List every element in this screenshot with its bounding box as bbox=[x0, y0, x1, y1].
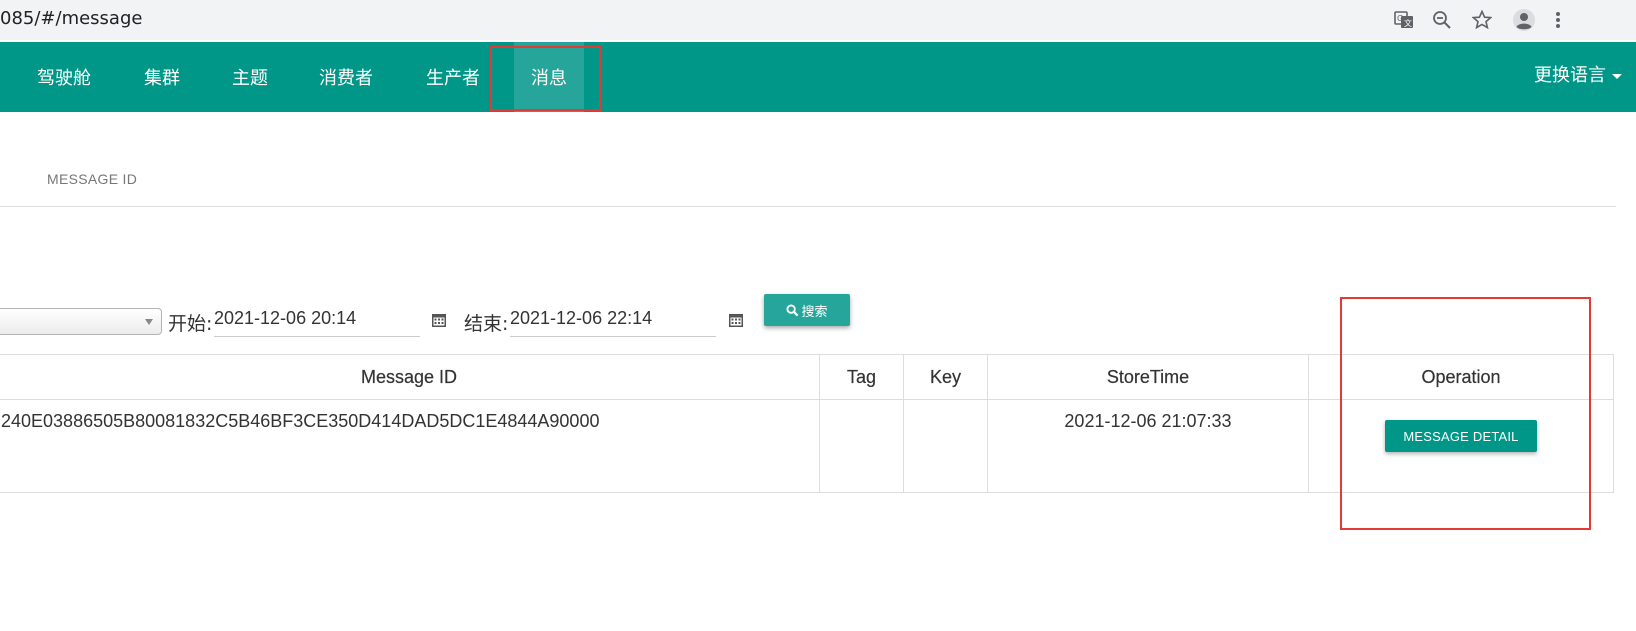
nav-item-topic[interactable]: 主题 bbox=[214, 42, 286, 112]
top-navbar: 驾驶舱 集群 主题 消费者 生产者 消息 更换语言 bbox=[0, 42, 1636, 112]
column-header-key: Key bbox=[903, 354, 988, 400]
profile-icon[interactable] bbox=[1510, 6, 1538, 34]
message-detail-button[interactable]: MESSAGE DETAIL bbox=[1385, 420, 1537, 452]
kebab-menu-icon[interactable] bbox=[1544, 6, 1572, 34]
svg-text:文: 文 bbox=[1404, 18, 1412, 28]
table-row: 240E03886505B80081832C5B46BF3CE350D414DA… bbox=[0, 399, 1614, 493]
column-header-storetime: StoreTime bbox=[987, 354, 1309, 400]
end-time-label: 结束: bbox=[464, 313, 509, 335]
tab-message-id[interactable]: MESSAGE ID bbox=[47, 171, 137, 187]
operation-cell: MESSAGE DETAIL bbox=[1308, 399, 1614, 493]
start-time-label: 开始: bbox=[168, 313, 213, 335]
message-table: Message ID Tag Key StoreTime Operation 2… bbox=[0, 354, 1614, 493]
column-header-operation: Operation bbox=[1308, 354, 1614, 400]
nav-item-cluster[interactable]: 集群 bbox=[128, 42, 196, 112]
nav-item-consumer[interactable]: 消费者 bbox=[304, 42, 388, 112]
zoom-out-icon[interactable] bbox=[1428, 6, 1456, 34]
calendar-icon[interactable] bbox=[431, 312, 447, 328]
language-menu-label: 更换语言 bbox=[1534, 65, 1606, 86]
tag-cell bbox=[819, 399, 904, 493]
column-header-tag: Tag bbox=[819, 354, 904, 400]
search-icon bbox=[786, 303, 799, 316]
search-button-label: 搜索 bbox=[801, 304, 828, 320]
calendar-icon[interactable] bbox=[728, 312, 744, 328]
end-time-input[interactable] bbox=[510, 300, 716, 337]
nav-item-dashboard[interactable]: 驾驶舱 bbox=[26, 42, 102, 112]
dropdown-arrow-icon bbox=[145, 319, 153, 325]
nav-item-producer[interactable]: 生产者 bbox=[410, 42, 496, 112]
tab-divider bbox=[0, 206, 1616, 207]
table-header-row: Message ID Tag Key StoreTime Operation bbox=[0, 354, 1614, 400]
translate-icon[interactable]: 文G bbox=[1390, 6, 1418, 34]
storetime-cell: 2021-12-06 21:07:33 bbox=[987, 399, 1309, 493]
browser-toolbar: 085/#/message 文G bbox=[0, 0, 1636, 40]
svg-text:G: G bbox=[1397, 14, 1403, 23]
search-button[interactable]: 搜索 bbox=[764, 294, 850, 326]
language-dropdown[interactable]: 更换语言 bbox=[1534, 42, 1622, 112]
chevron-down-icon bbox=[1612, 73, 1622, 79]
start-time-input[interactable] bbox=[214, 300, 420, 337]
key-cell bbox=[903, 399, 988, 493]
nav-item-message[interactable]: 消息 bbox=[514, 42, 584, 112]
address-bar-url[interactable]: 085/#/message bbox=[0, 8, 142, 29]
message-id-cell: 240E03886505B80081832C5B46BF3CE350D414DA… bbox=[0, 399, 820, 493]
column-header-message-id: Message ID bbox=[0, 354, 820, 400]
bookmark-star-icon[interactable] bbox=[1468, 6, 1496, 34]
topic-select[interactable] bbox=[0, 308, 162, 335]
